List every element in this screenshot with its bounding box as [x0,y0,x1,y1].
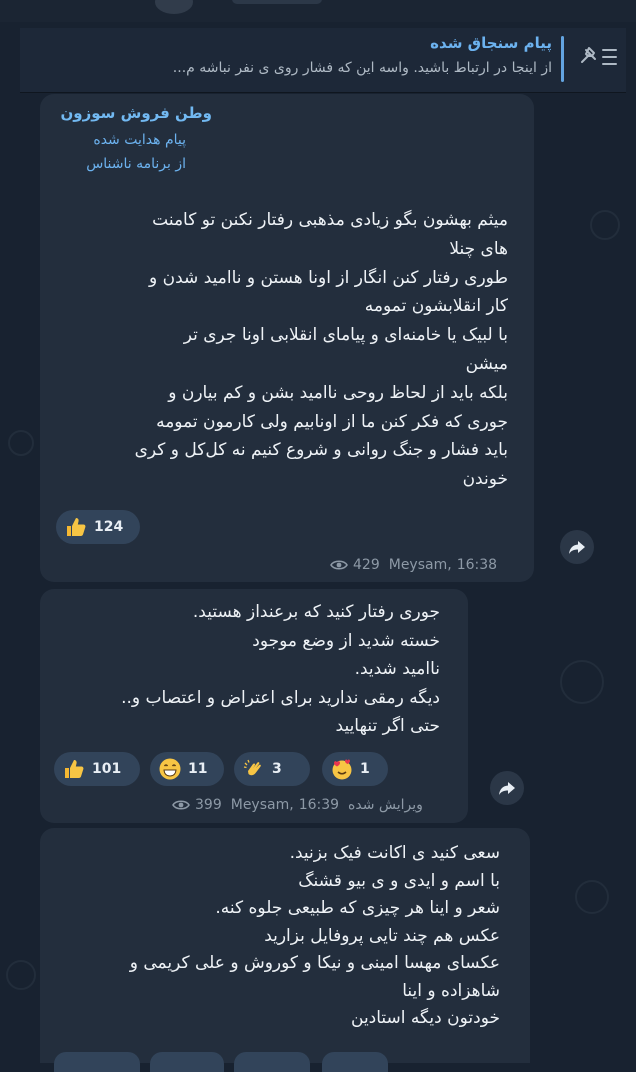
previous-message-fragment [0,0,636,22]
reaction-hearts-face[interactable]: 1 [322,752,388,786]
text-fragment [232,0,322,4]
reaction-chip-partial[interactable] [234,1052,310,1072]
wallpaper-doodle [560,660,604,704]
reaction-clap[interactable]: 3 [234,752,310,786]
share-arrow-icon [499,782,515,795]
wallpaper-doodle [6,960,36,990]
share-button[interactable] [560,530,594,564]
reaction-grin[interactable]: 11 [150,752,224,786]
message-bubble[interactable]: وطن فروش سوزون پیام هدایت شده از برنامه … [40,94,534,582]
eye-icon [330,560,348,570]
forwarded-sender-name[interactable]: وطن فروش سوزون [61,104,213,122]
via-bot-label: از برنامه ناشناس [86,156,186,172]
clap-icon [243,759,261,776]
pin-list-icon[interactable] [576,42,620,72]
reaction-chip-partial[interactable] [322,1052,388,1072]
pinned-message-bar[interactable]: پیام سنجاق شده از اینجا در ارتباط باشید.… [20,28,626,93]
thumbs-up-icon [67,518,86,536]
message-text: جوری رفتار کنید که برعنداز هستید. خسته ش… [121,602,440,736]
message-bubble[interactable]: جوری رفتار کنید که برعنداز هستید. خسته ش… [40,589,468,823]
pinned-accent-bar [561,36,564,82]
reaction-chip-partial[interactable] [150,1052,224,1072]
message-text: سعی کنید ی اکانت فیک بزنید. با اسم و اید… [129,843,500,1028]
eye-icon [172,800,190,810]
thumbs-up-icon [65,760,84,778]
wallpaper-doodle [590,210,620,240]
message-meta: 399 Meysam, 16:39 ویرایش شده [172,797,423,813]
hearts-face-icon [332,759,352,780]
reaction-thumbs-up[interactable]: 124 [56,510,140,544]
forwarded-label: پیام هدایت شده [93,132,186,148]
pinned-title: پیام سنجاق شده [430,34,552,52]
pinned-text: از اینجا در ارتباط باشید. واسه این که فش… [172,60,552,76]
message-text: میثم بهشون بگو زیادی مذهبی رفتار نکنن تو… [134,210,508,490]
message-meta: 429 Meysam, 16:38 [330,557,497,573]
wallpaper-doodle [8,430,34,456]
reaction-chip-partial[interactable] [54,1052,140,1072]
grin-icon [159,758,181,780]
wallpaper-doodle [575,880,609,914]
share-button[interactable] [490,771,524,805]
share-arrow-icon [569,541,585,554]
avatar-fragment [155,0,193,14]
reaction-thumbs-up[interactable]: 101 [54,752,140,786]
message-bubble[interactable]: سعی کنید ی اکانت فیک بزنید. با اسم و اید… [40,828,530,1072]
